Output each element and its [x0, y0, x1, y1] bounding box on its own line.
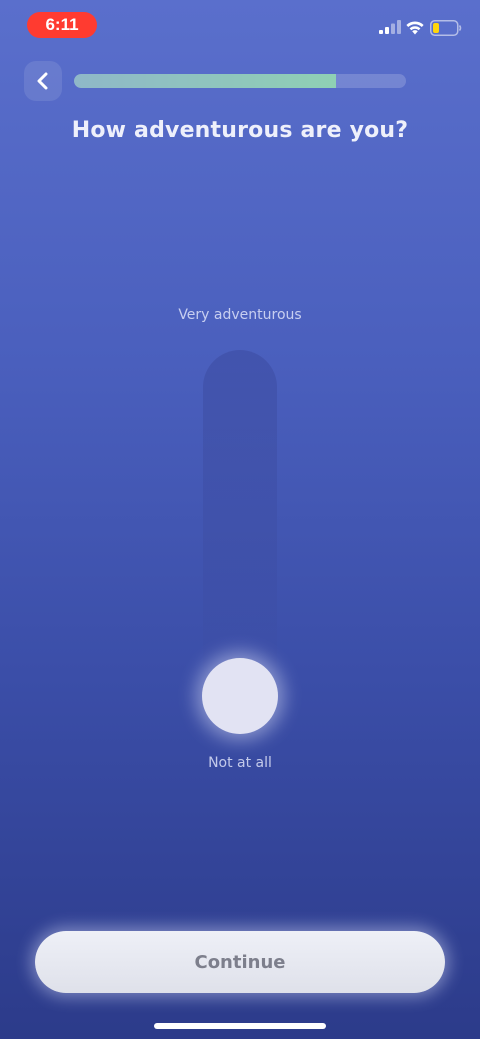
question-title: How adventurous are you? — [71, 118, 409, 143]
progress-bar — [74, 74, 406, 88]
continue-button[interactable]: Continue — [35, 931, 445, 993]
status-bar: 6:11 — [0, 0, 480, 50]
slider-max-label: Very adventurous — [178, 307, 302, 323]
adventurous-slider-thumb[interactable] — [202, 658, 278, 734]
wifi-icon — [406, 21, 424, 35]
slider-min-label: Not at all — [208, 755, 272, 771]
status-time: 6:11 — [27, 12, 97, 38]
home-indicator — [154, 1023, 326, 1029]
battery-low-icon — [430, 20, 462, 36]
cellular-signal-icon — [379, 20, 401, 34]
progress-bar-fill — [74, 74, 337, 88]
chevron-left-icon — [37, 72, 48, 90]
back-button[interactable] — [24, 61, 62, 101]
